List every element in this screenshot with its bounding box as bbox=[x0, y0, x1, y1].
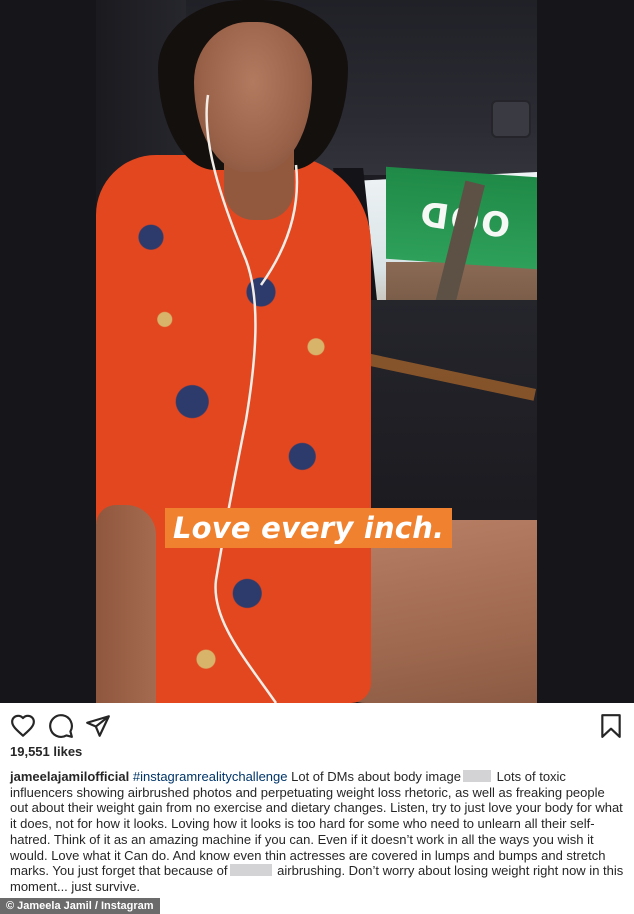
bookmark-icon[interactable] bbox=[598, 713, 624, 739]
likes-count[interactable]: 19,551 likes bbox=[10, 744, 82, 759]
redacted-emoji bbox=[462, 770, 491, 782]
post-image[interactable]: OOD bbox=[96, 0, 537, 703]
face bbox=[194, 22, 312, 172]
caption-text-part1: Lot of DMs about body image bbox=[287, 769, 461, 784]
car-dome-light bbox=[491, 100, 531, 138]
arm bbox=[96, 505, 156, 703]
caption-text-part2: Lots of toxic influencers showing airbru… bbox=[10, 769, 623, 879]
paper-plane-icon[interactable] bbox=[85, 713, 111, 739]
caption-hashtag[interactable]: #instagramrealitychallenge bbox=[133, 769, 288, 784]
caption-username[interactable]: jameelajamilofficial bbox=[10, 769, 129, 784]
post-photo-area: OOD Love every inch. bbox=[0, 0, 634, 703]
post-action-row bbox=[0, 703, 634, 747]
photo-credit: © Jameela Jamil / Instagram bbox=[0, 898, 160, 914]
heart-outline-icon[interactable] bbox=[10, 713, 36, 739]
redacted-emoji bbox=[229, 864, 272, 877]
story-caption-banner: Love every inch. bbox=[165, 508, 453, 548]
comment-bubble-icon[interactable] bbox=[48, 713, 74, 739]
post-caption: jameelajamilofficial #instagramrealitych… bbox=[10, 769, 626, 895]
